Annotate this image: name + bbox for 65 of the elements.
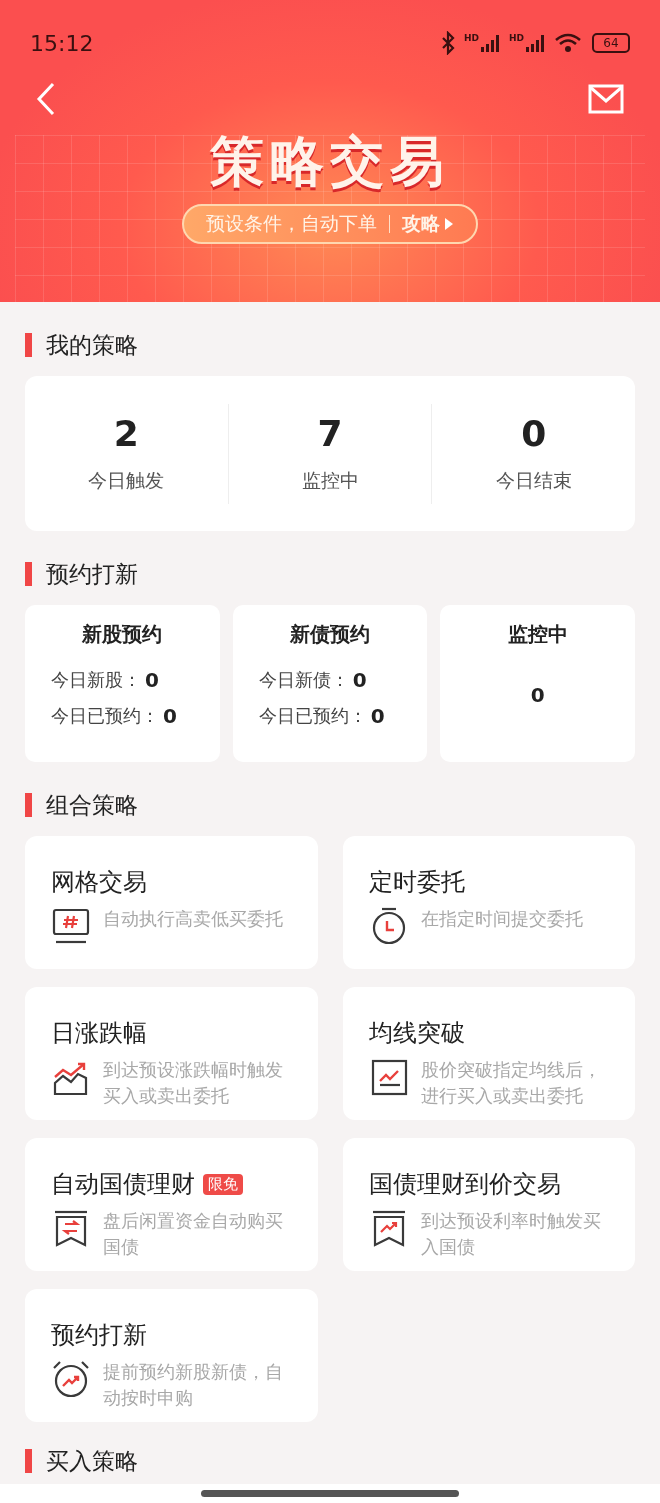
section-heading: 组合策略 xyxy=(46,790,138,820)
strategy-card[interactable]: 日涨跌幅 到达预设涨跌幅时触发买入或卖出委托 xyxy=(25,987,318,1120)
count-label: 今日已预约： xyxy=(258,704,367,728)
count-value: 0 xyxy=(530,683,545,707)
stat-label: 今日触发 xyxy=(88,468,165,493)
card-description: 提前预约新股新债，自动按时申购 xyxy=(103,1360,284,1410)
free-badge: 限免 xyxy=(203,1173,243,1195)
count-value: 0 xyxy=(352,668,367,692)
card-title: 自动国债理财 xyxy=(51,1169,195,1200)
page-title: 策略交易 xyxy=(210,130,450,194)
section-marker xyxy=(25,333,32,357)
card-description: 在指定时间提交委托 xyxy=(420,907,583,931)
count-value: 0 xyxy=(145,668,159,692)
wifi-icon xyxy=(554,32,582,54)
grid-screen-icon xyxy=(51,906,91,946)
messages-button[interactable] xyxy=(588,84,624,114)
card-title: 监控中 xyxy=(507,621,568,648)
section-heading: 预约打新 xyxy=(46,559,138,589)
card-title: 定时委托 xyxy=(368,867,465,898)
card-title: 均线突破 xyxy=(368,1018,465,1049)
stat-value: 2 xyxy=(113,413,139,454)
card-description: 到达预设涨跌幅时触发买入或卖出委托 xyxy=(103,1058,284,1108)
back-icon xyxy=(36,82,56,116)
card-description: 股价突破指定均线后，进行买入或卖出委托 xyxy=(420,1058,602,1108)
stat-label: 今日结束 xyxy=(495,468,572,493)
stat-value: 0 xyxy=(521,413,547,454)
card-title: 预约打新 xyxy=(51,1320,147,1351)
section-heading: 买入策略 xyxy=(46,1446,138,1476)
card-description: 盘后闲置资金自动购买国债 xyxy=(103,1209,284,1259)
ipo-card[interactable]: 新债预约 今日新债： 0 今日已预约： 0 xyxy=(232,605,428,762)
count-label: 今日已预约： xyxy=(51,704,159,728)
section-marker xyxy=(25,793,32,817)
alarm-clock-icon xyxy=(51,1359,91,1399)
card-description: 到达预设利率时触发买入国债 xyxy=(420,1209,602,1259)
card-title: 国债理财到价交易 xyxy=(368,1169,561,1200)
card-title: 新债预约 xyxy=(290,621,370,648)
card-title: 新股预约 xyxy=(82,621,163,648)
card-title: 日涨跌幅 xyxy=(51,1018,147,1049)
strategy-card[interactable]: 预约打新 提前预约新股新债，自动按时申购 xyxy=(25,1289,318,1422)
battery-level: 64 xyxy=(603,37,619,49)
count-label: 今日新债： xyxy=(258,668,349,692)
play-icon xyxy=(444,217,454,231)
section-marker xyxy=(25,1449,32,1473)
card-title: 网格交易 xyxy=(51,867,147,898)
tagline: 预设条件，自动下单 xyxy=(206,211,377,236)
section-heading: 我的策略 xyxy=(46,330,138,360)
ipo-card[interactable]: 新股预约 今日新股： 0 今日已预约： 0 xyxy=(25,605,220,762)
count-value: 0 xyxy=(370,704,385,728)
strategy-card[interactable]: 均线突破 股价突破指定均线后，进行买入或卖出委托 xyxy=(342,987,635,1120)
strategy-card[interactable]: 国债理财到价交易 到达预设利率时触发买入国债 xyxy=(342,1138,635,1271)
strategy-card[interactable]: 网格交易 自动执行高卖低买委托 xyxy=(25,836,318,969)
section-marker xyxy=(25,562,32,586)
ipo-card[interactable]: 监控中 0 xyxy=(440,605,635,762)
stat-label: 监控中 xyxy=(301,468,359,493)
status-time: 15:12 xyxy=(30,30,94,56)
stat-value: 7 xyxy=(317,413,343,454)
card-description: 自动执行高卖低买委托 xyxy=(103,907,283,931)
count-label: 今日新股： xyxy=(51,668,141,692)
back-button[interactable] xyxy=(36,82,56,116)
network-label: HD xyxy=(463,33,479,43)
count-value: 0 xyxy=(163,704,177,728)
strategy-card[interactable]: 定时委托 在指定时间提交委托 xyxy=(342,836,635,969)
mail-icon xyxy=(588,84,624,114)
network-label: HD xyxy=(509,33,524,43)
strategy-card[interactable]: 自动国债理财 限免 盘后闲置资金自动购买国债 xyxy=(25,1138,318,1271)
